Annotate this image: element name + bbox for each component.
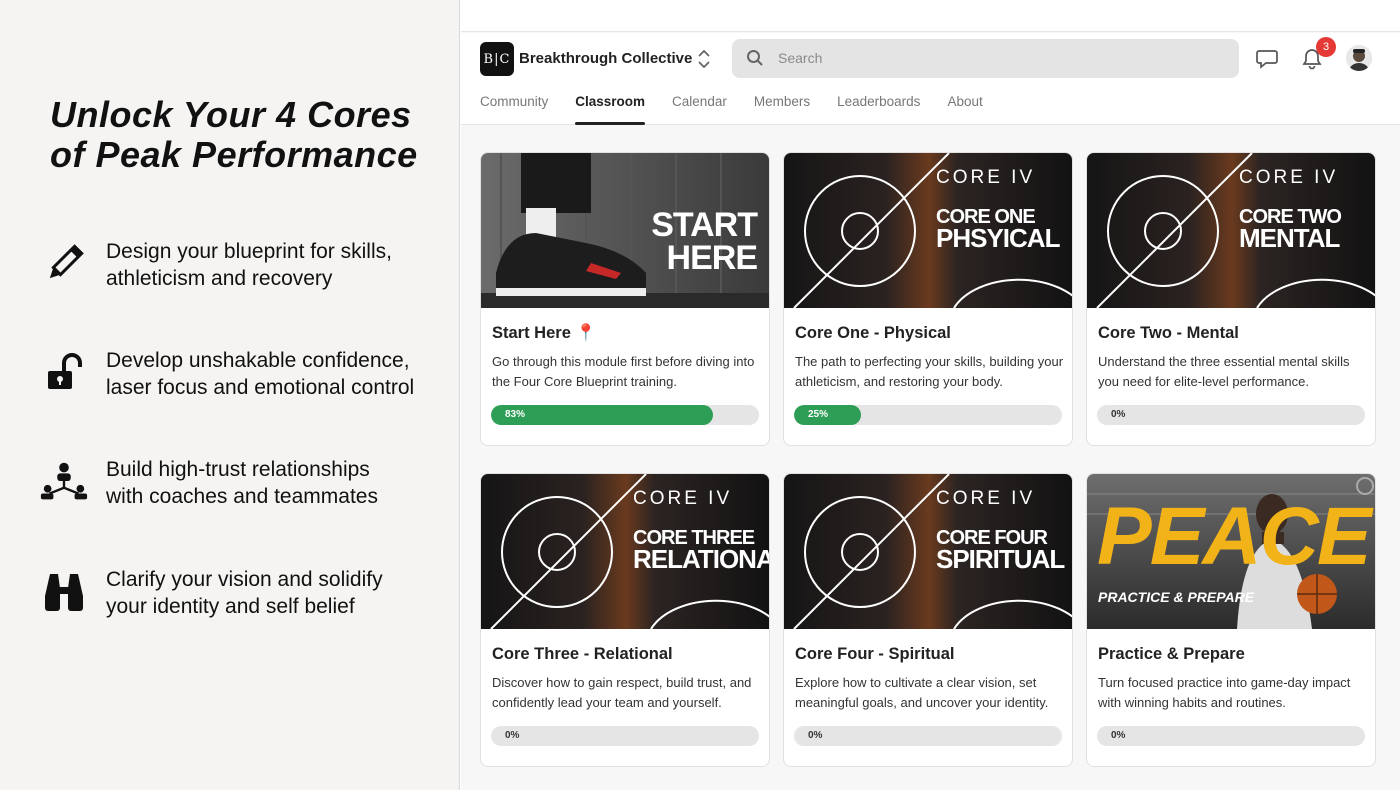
- course-card[interactable]: PEACE PRACTICE & PREPARE Practice & Prep…: [1086, 473, 1376, 767]
- feature-text-line: Develop unshakable confidence,: [106, 349, 410, 372]
- people-network-icon: [38, 458, 90, 506]
- course-title: Practice & Prepare: [1098, 645, 1245, 663]
- core-iv-brand: CORE IV: [633, 488, 733, 509]
- course-card[interactable]: CORE IVCORE THREERELATIONAL Core Three -…: [480, 473, 770, 767]
- thumbnail-text: HERE: [666, 239, 758, 277]
- search-icon: [746, 49, 764, 72]
- course-title: Core Three - Relational: [492, 645, 673, 663]
- tab-leaderboards[interactable]: Leaderboards: [837, 93, 920, 125]
- progress-label: 0%: [1111, 409, 1126, 420]
- course-thumbnail: START HERE: [481, 153, 769, 308]
- thumbnail-text: START: [651, 206, 758, 244]
- course-thumbnail: CORE IVCORE THREERELATIONAL: [481, 474, 769, 629]
- progress-label: 0%: [808, 730, 823, 741]
- tab-community[interactable]: Community: [480, 93, 548, 125]
- feature-text-line: Design your blueprint for skills,: [106, 240, 392, 263]
- tab-members[interactable]: Members: [754, 93, 810, 125]
- nav-tabs: Community Classroom Calendar Members Lea…: [480, 93, 1010, 125]
- promo-panel: Unlock Your 4 Cores of Peak Performance …: [0, 0, 460, 790]
- feature-text-line: laser focus and emotional control: [106, 376, 415, 399]
- feature-item: Clarify your vision and solidify your ide…: [38, 566, 448, 626]
- course-card[interactable]: START HERE Start Here 📍 Go through this …: [480, 152, 770, 446]
- core-iv-brand: CORE IV: [936, 488, 1036, 509]
- progress-bar: 0%: [491, 726, 759, 746]
- feature-item: Develop unshakable confidence, laser focu…: [38, 347, 448, 407]
- feature-text-line: Clarify your vision and solidify: [106, 568, 383, 591]
- progress-bar: 0%: [1097, 726, 1365, 746]
- core-iv-brand: CORE IV: [1239, 167, 1339, 188]
- search-bar[interactable]: Search: [732, 39, 1239, 78]
- search-placeholder[interactable]: Search: [778, 50, 822, 66]
- progress-label: 83%: [505, 409, 526, 420]
- thumbnail-text: SPIRITUAL: [936, 544, 1065, 574]
- course-title: Start Here 📍: [492, 324, 596, 342]
- tab-classroom[interactable]: Classroom: [575, 93, 645, 125]
- course-description: Explore how to cultivate a clear vision,…: [795, 675, 1049, 710]
- tab-calendar[interactable]: Calendar: [672, 93, 727, 125]
- course-description: Turn focused practice into game-day impa…: [1098, 675, 1351, 710]
- binoculars-icon: [38, 568, 90, 616]
- progress-bar: 25%: [794, 405, 1062, 425]
- thumbnail-text: PHSYICAL: [936, 223, 1060, 253]
- community-logo[interactable]: B|C: [480, 42, 514, 76]
- feature-item: Design your blueprint for skills, athleti…: [38, 238, 448, 298]
- thumbnail-text: PEACE: [1097, 491, 1372, 582]
- feature-text-line: athleticism and recovery: [106, 267, 333, 290]
- course-thumbnail: CORE IV CORE FOUR SPIRITUAL: [784, 474, 1072, 629]
- course-description: Understand the three essential mental sk…: [1098, 354, 1350, 389]
- thumbnail-text: PRACTICE & PREPARE: [1098, 589, 1255, 605]
- progress-bar: 0%: [1097, 405, 1365, 425]
- course-description: Go through this module first before divi…: [492, 354, 755, 389]
- progress-label: 0%: [1111, 730, 1126, 741]
- chat-icon[interactable]: [1256, 47, 1278, 74]
- pencil-icon: [38, 240, 90, 288]
- promo-headline: Unlock Your 4 Cores of Peak Performance: [50, 94, 418, 175]
- progress-label: 25%: [808, 409, 829, 420]
- app-header: B|C Breakthrough Collective Search 3 Com…: [461, 33, 1400, 125]
- course-title: Core One - Physical: [795, 324, 951, 342]
- core-iv-brand: CORE IV: [936, 167, 1036, 188]
- progress-label: 0%: [505, 730, 520, 741]
- course-card[interactable]: CORE IV CORE TWO MENTAL Core Two - Mental …: [1086, 152, 1376, 446]
- course-card[interactable]: CORE IV CORE FOUR SPIRITUAL Core Four - Sp…: [783, 473, 1073, 767]
- thumbnail-text: RELATIONAL: [633, 544, 769, 574]
- browser-top-strip: [461, 0, 1400, 32]
- feature-text-line: Build high-trust relationships: [106, 458, 370, 481]
- user-avatar[interactable]: [1346, 45, 1372, 71]
- course-thumbnail: CORE IV CORE ONE PHSYICAL: [784, 153, 1072, 308]
- tab-about[interactable]: About: [947, 93, 982, 125]
- course-thumbnail: PEACE PRACTICE & PREPARE: [1087, 474, 1375, 629]
- thumbnail-text: MENTAL: [1239, 223, 1340, 253]
- progress-bar: 0%: [794, 726, 1062, 746]
- progress-bar: 83%: [491, 405, 759, 425]
- unlocked-padlock-icon: [38, 349, 90, 397]
- feature-text-line: your identity and self belief: [106, 595, 355, 618]
- community-name[interactable]: Breakthrough Collective: [519, 50, 692, 67]
- course-description: The path to perfecting your skills, buil…: [795, 354, 1064, 389]
- course-title: Core Four - Spiritual: [795, 645, 955, 663]
- community-switcher-icon[interactable]: [696, 48, 712, 70]
- course-thumbnail: CORE IV CORE TWO MENTAL: [1087, 153, 1375, 308]
- feature-item: Build high-trust relationships with coach…: [38, 456, 448, 516]
- course-card[interactable]: CORE IV CORE ONE PHSYICAL Core One - Physi…: [783, 152, 1073, 446]
- course-title: Core Two - Mental: [1098, 324, 1239, 342]
- feature-text-line: with coaches and teammates: [106, 485, 378, 508]
- classroom-app: B|C Breakthrough Collective Search 3 Com…: [461, 0, 1400, 790]
- course-description: Discover how to gain respect, build trus…: [492, 675, 752, 710]
- notification-badge[interactable]: 3: [1316, 37, 1336, 57]
